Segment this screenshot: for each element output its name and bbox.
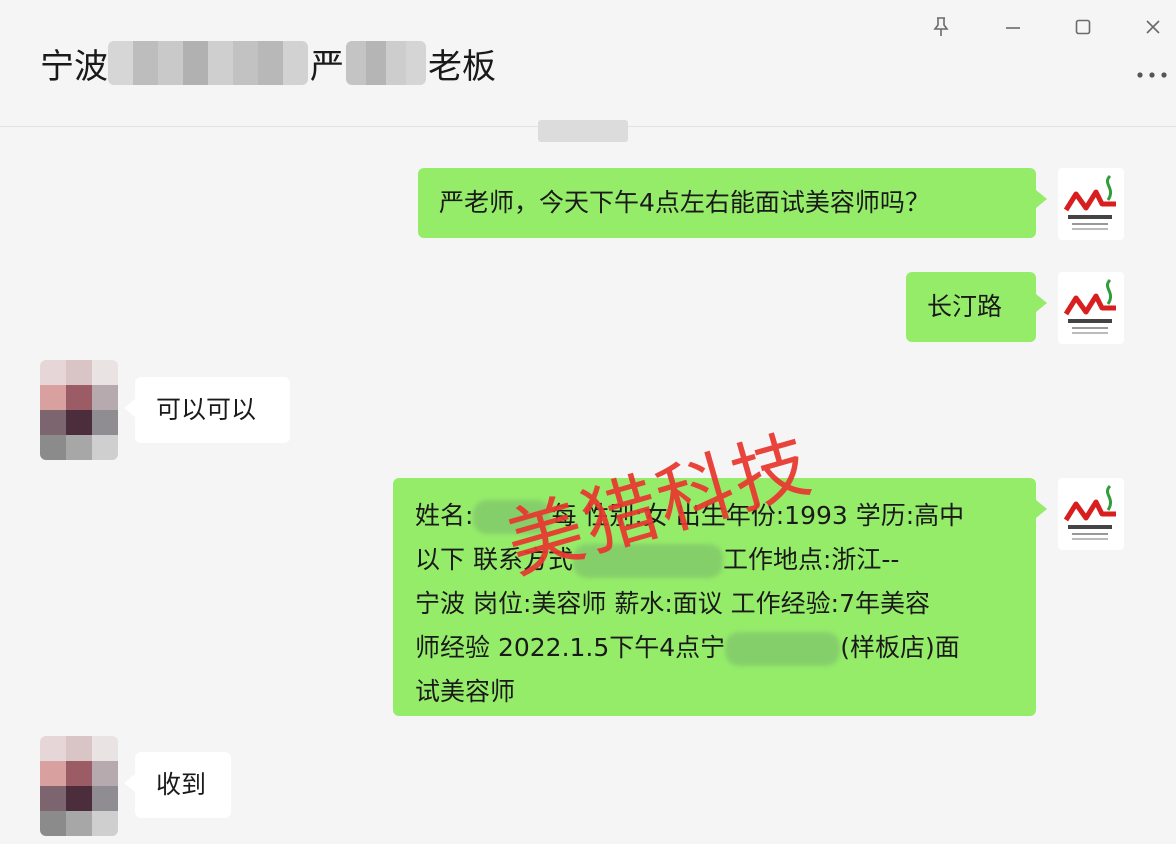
profile-line: 试美容师 xyxy=(415,670,1016,714)
message-bubble-outgoing[interactable]: 严老师，今天下午4点左右能面试美容师吗？ xyxy=(418,168,1047,238)
message-text: 严老师，今天下午4点左右能面试美容师吗？ xyxy=(439,188,930,217)
my-avatar[interactable] xyxy=(1058,168,1124,240)
profile-line-text: 姓名: xyxy=(415,501,474,530)
chat-title: 宁波 严 老板 xyxy=(40,38,496,88)
message-text: 收到 xyxy=(156,770,207,799)
minimize-icon[interactable] xyxy=(996,10,1030,44)
profile-line-text: 宁波 岗位:美容师 薪水:面议 工作经验:7年美容 xyxy=(415,589,931,618)
message-bubble-incoming[interactable]: 可以可以 xyxy=(124,377,290,443)
message-text: 可以可以 xyxy=(156,395,257,424)
profile-line: 以下 联系方式 工作地点:浙江-- xyxy=(415,538,1016,582)
my-avatar[interactable] xyxy=(1058,272,1124,344)
profile-line-text: 师经验 2022.1.5下午4点宁 xyxy=(415,633,726,662)
my-avatar[interactable] xyxy=(1058,478,1124,550)
title-redacted-block xyxy=(108,41,308,85)
brand-logo-icon xyxy=(1063,484,1116,540)
close-icon[interactable] xyxy=(1136,10,1170,44)
profile-line: 宁波 岗位:美容师 薪水:面议 工作经验:7年美容 xyxy=(415,582,1016,626)
profile-line-text: (样板店)面 xyxy=(840,633,960,662)
title-redacted-block-2 xyxy=(346,41,426,85)
profile-line: 师经验 2022.1.5下午4点宁 (样板店)面 xyxy=(415,626,1016,670)
profile-line-text: 工作地点:浙江-- xyxy=(722,545,900,574)
pin-icon[interactable] xyxy=(924,10,958,44)
title-mid: 严 xyxy=(310,46,344,87)
message-bubble-incoming[interactable]: 收到 xyxy=(124,752,231,818)
contact-avatar[interactable] xyxy=(40,360,118,460)
redacted-store xyxy=(725,632,841,666)
profile-line-text: 试美容师 xyxy=(415,677,516,706)
timestamp-badge-redacted xyxy=(538,120,628,142)
message-text: 长汀路 xyxy=(927,292,1003,321)
brand-logo-icon xyxy=(1063,278,1116,334)
chat-header: 宁波 严 老板 xyxy=(0,0,1176,127)
more-options-icon[interactable] xyxy=(1134,60,1170,90)
contact-avatar[interactable] xyxy=(40,736,118,836)
title-prefix: 宁波 xyxy=(40,46,108,87)
brand-logo-icon xyxy=(1063,174,1116,230)
title-suffix: 老板 xyxy=(428,46,496,87)
maximize-icon[interactable] xyxy=(1066,10,1100,44)
message-bubble-outgoing[interactable]: 长汀路 xyxy=(906,272,1047,342)
